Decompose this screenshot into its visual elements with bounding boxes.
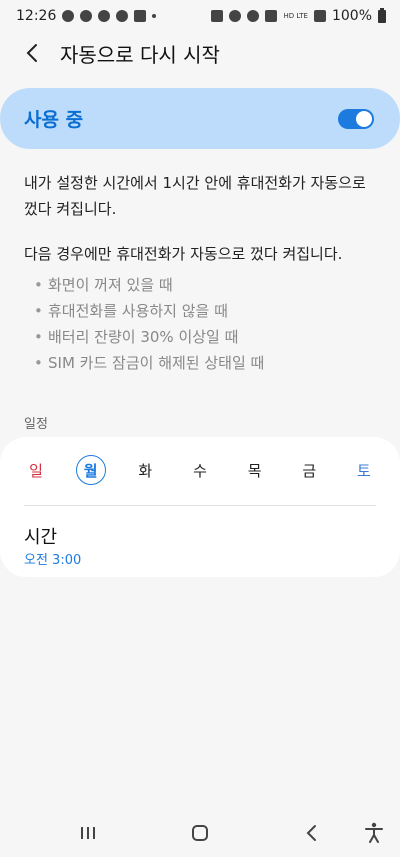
divider bbox=[24, 505, 376, 506]
conditions-intro: 다음 경우에만 휴대전화가 자동으로 껐다 켜집니다. bbox=[24, 245, 343, 263]
status-bar-left: 12:26 bbox=[16, 8, 157, 24]
condition-item: • 배터리 잔량이 30% 이상일 때 bbox=[34, 328, 239, 346]
schedule-card: 일 월 화 수 목 금 토 시간 오전 3:00 bbox=[0, 437, 400, 577]
home-icon bbox=[192, 825, 208, 841]
day-wednesday[interactable]: 수 bbox=[179, 453, 221, 487]
toggle-label: 사용 중 bbox=[24, 109, 84, 131]
condition-item: • SIM 카드 잠금이 해제된 상태일 때 bbox=[34, 354, 265, 372]
day-friday[interactable]: 금 bbox=[288, 453, 330, 487]
back-button[interactable] bbox=[12, 33, 52, 73]
time-setting-title[interactable]: 시간 bbox=[24, 523, 57, 549]
more-notifications-icon bbox=[152, 14, 157, 18]
page-title: 자동으로 다시 시작 bbox=[60, 42, 220, 67]
back-nav-button[interactable] bbox=[298, 819, 326, 847]
clock-icon bbox=[229, 10, 242, 22]
bluetooth-icon bbox=[247, 10, 260, 22]
time-setting-value[interactable]: 오전 3:00 bbox=[24, 549, 81, 568]
telegram-icon bbox=[62, 10, 75, 22]
app-icon bbox=[134, 10, 147, 22]
network-type-label: HD LTE bbox=[283, 11, 308, 20]
toggle-switch[interactable] bbox=[338, 108, 374, 129]
day-monday[interactable]: 월 bbox=[70, 453, 112, 487]
signal-icon bbox=[313, 10, 326, 22]
recent-apps-button[interactable] bbox=[74, 819, 102, 847]
notification-icon bbox=[98, 10, 111, 22]
condition-item: • 휴대전화를 사용하지 않을 때 bbox=[34, 302, 228, 320]
chevron-left-icon bbox=[26, 44, 37, 62]
day-selector: 일 월 화 수 목 금 토 bbox=[8, 453, 392, 487]
accessibility-icon bbox=[365, 822, 383, 843]
master-toggle-row[interactable]: 사용 중 bbox=[0, 88, 400, 149]
recent-apps-icon bbox=[81, 827, 95, 839]
navigation-bar bbox=[0, 807, 400, 857]
toggle-switch-knob bbox=[356, 110, 372, 127]
alarm-icon bbox=[211, 10, 224, 22]
battery-percent: 100% bbox=[331, 8, 372, 24]
day-thursday[interactable]: 목 bbox=[234, 453, 276, 487]
status-bar: 12:26 HD LTE 100% bbox=[0, 0, 400, 32]
conditions-list: • 화면이 꺼져 있을 때 • 휴대전화를 사용하지 않을 때 • 배터리 잔량이 3… bbox=[34, 272, 264, 376]
schedule-section-label: 일정 bbox=[24, 417, 48, 432]
day-sunday[interactable]: 일 bbox=[15, 453, 57, 487]
battery-icon bbox=[378, 7, 386, 23]
condition-item: • 화면이 꺼져 있을 때 bbox=[34, 276, 173, 294]
header: 자동으로 다시 시작 bbox=[0, 32, 400, 74]
talk-icon bbox=[80, 10, 93, 22]
status-time: 12:26 bbox=[16, 8, 57, 24]
back-icon bbox=[306, 825, 316, 841]
settings-icon bbox=[116, 10, 129, 22]
home-button[interactable] bbox=[186, 819, 214, 847]
accessibility-button[interactable] bbox=[360, 819, 388, 847]
day-saturday[interactable]: 토 bbox=[343, 453, 385, 487]
day-tuesday[interactable]: 화 bbox=[124, 453, 166, 487]
status-bar-right: HD LTE 100% bbox=[211, 7, 386, 24]
mute-icon bbox=[265, 10, 278, 22]
description-text: 내가 설정한 시간에서 1시간 안에 휴대전화가 자동으로 껐다 켜집니다. bbox=[24, 174, 366, 218]
